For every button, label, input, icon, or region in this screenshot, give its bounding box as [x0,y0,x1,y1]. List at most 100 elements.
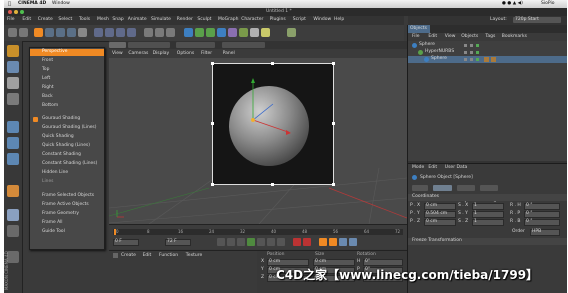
objects-menu-view[interactable]: View [445,34,456,40]
display-mode-icon[interactable] [287,28,296,37]
menu-tools[interactable]: Tools [79,17,90,23]
material-menu-edit[interactable]: Edit [143,253,152,259]
material-menu-function[interactable]: Function [159,253,178,259]
scale-icon[interactable] [56,28,65,37]
undo-icon[interactable] [8,28,17,37]
key-position-icon[interactable] [319,238,327,246]
x-axis-icon[interactable] [94,28,103,37]
live-selection-icon[interactable] [34,28,43,37]
menu-help[interactable]: Help [334,17,344,23]
menu-simulate[interactable]: Simulate [151,17,171,23]
display-menu-item[interactable]: Back [30,94,104,101]
deformer-icon[interactable] [228,28,237,37]
display-menu-item[interactable]: Quick Shading (Lines) [30,143,104,150]
menu-snap[interactable]: Snap [112,17,123,23]
y-axis-icon[interactable] [105,28,114,37]
visibility-render-icon[interactable] [470,44,473,47]
render-region[interactable] [211,62,335,186]
objects-menu-objects[interactable]: Objects [461,34,478,40]
attr-position-field[interactable]: 0 cm [424,219,456,226]
coord-rotation-field[interactable]: 0° [363,259,403,266]
attr-rotation-field[interactable]: 0 ° [524,219,560,226]
menu-select[interactable]: Select [58,17,72,23]
enabled-icon[interactable] [476,58,479,61]
viewport-menu-cameras[interactable]: Cameras [128,51,148,57]
object-row[interactable]: Sphere [408,56,567,63]
model-mode-icon[interactable] [7,61,19,73]
array-icon[interactable] [217,28,226,37]
object-name[interactable]: HyperNURBS [425,49,454,55]
gizmo-center[interactable] [251,118,255,122]
app-name[interactable]: CINEMA 4D [18,1,46,7]
window-menu[interactable]: Window [52,1,70,7]
user-name[interactable]: SioPio [541,1,554,7]
frame-end-field[interactable]: 72 F [165,239,191,246]
display-menu-item[interactable]: Top [30,67,104,74]
attr-scale-field[interactable]: 1 [472,211,504,218]
playhead[interactable] [114,229,116,235]
viewport-menu-panel[interactable]: Panel [223,51,235,57]
magnet-icon[interactable] [7,185,19,197]
play-icon[interactable] [247,238,255,246]
attr-rotation-field[interactable]: 0 ° [524,211,560,218]
close-icon[interactable] [8,10,12,14]
menu-animate[interactable]: Animate [128,17,147,23]
display-menu-item[interactable]: Gouraud Shading (Lines) [30,125,104,132]
menu-edit[interactable]: Edit [22,17,31,23]
next-frame-icon[interactable] [257,238,265,246]
move-icon[interactable] [45,28,54,37]
display-menu-item[interactable]: Lines [30,179,104,186]
attr-position-field[interactable]: 0.504 cm [424,211,456,218]
visibility-editor-icon[interactable] [464,51,467,54]
visibility-render-icon[interactable] [470,51,473,54]
coord-position-field[interactable]: 0 cm [267,259,309,266]
tab-render-settings[interactable]: Render Settings [128,42,171,60]
display-menu-item[interactable]: Left [30,76,104,83]
prev-key-icon[interactable] [227,238,235,246]
prev-frame-icon[interactable] [237,238,245,246]
object-name[interactable]: Sphere [431,56,447,62]
menu-plugins[interactable]: Plugins [270,17,286,23]
tag-icon[interactable] [491,57,496,62]
object-row[interactable]: Sphere [408,42,567,49]
viewport-menu-view[interactable]: View [112,51,123,57]
attr-rotation-field[interactable]: 0 ° [524,203,560,210]
menu-mesh[interactable]: Mesh [97,17,109,23]
attributes-tab-coord[interactable]: Coord. [433,185,452,203]
z-axis-icon[interactable] [116,28,125,37]
rotate-icon[interactable] [67,28,76,37]
display-menu-item[interactable]: Perspective [30,49,104,56]
display-menu-item[interactable]: Quick Shading [30,134,104,141]
pen-icon[interactable] [195,28,204,37]
menu-character[interactable]: Character [241,17,263,23]
attributes-menu-edit[interactable]: Edit [428,165,437,171]
redo-icon[interactable] [19,28,28,37]
make-editable-icon[interactable] [7,45,19,57]
object-name[interactable]: Sphere [419,42,435,48]
visibility-editor-icon[interactable] [464,58,467,61]
edges-mode-icon[interactable] [7,137,19,149]
recent-tool-icon[interactable] [78,28,87,37]
camera-icon[interactable] [250,28,259,37]
menu-create[interactable]: Create [38,17,53,23]
render-settings-icon[interactable] [166,28,175,37]
key-scale-icon[interactable] [339,238,347,246]
viewport[interactable] [109,58,407,224]
menu-mograph[interactable]: MoGraph [218,17,238,23]
menu-render[interactable]: Render [177,17,193,23]
record-icon[interactable] [293,238,301,246]
display-menu-item[interactable]: Constant Shading (Lines) [30,161,104,168]
tab-picture-viewer[interactable]: Picture Viewer [176,42,215,60]
display-menu-item[interactable]: Frame Active Objects [30,202,104,209]
display-menu-item[interactable]: Hidden Line [30,170,104,177]
points-mode-icon[interactable] [7,121,19,133]
polygons-mode-icon[interactable] [7,153,19,165]
order-select[interactable]: HPB [530,229,560,236]
light-icon[interactable] [261,28,270,37]
display-menu-item[interactable]: Gouraud Shading [30,116,104,123]
render-picture-viewer-icon[interactable] [155,28,164,37]
apple-icon[interactable]:  [8,2,11,7]
visibility-render-icon[interactable] [470,58,473,61]
attr-position-field[interactable]: 0 cm [424,203,456,210]
objects-menu-file[interactable]: File [412,34,420,40]
